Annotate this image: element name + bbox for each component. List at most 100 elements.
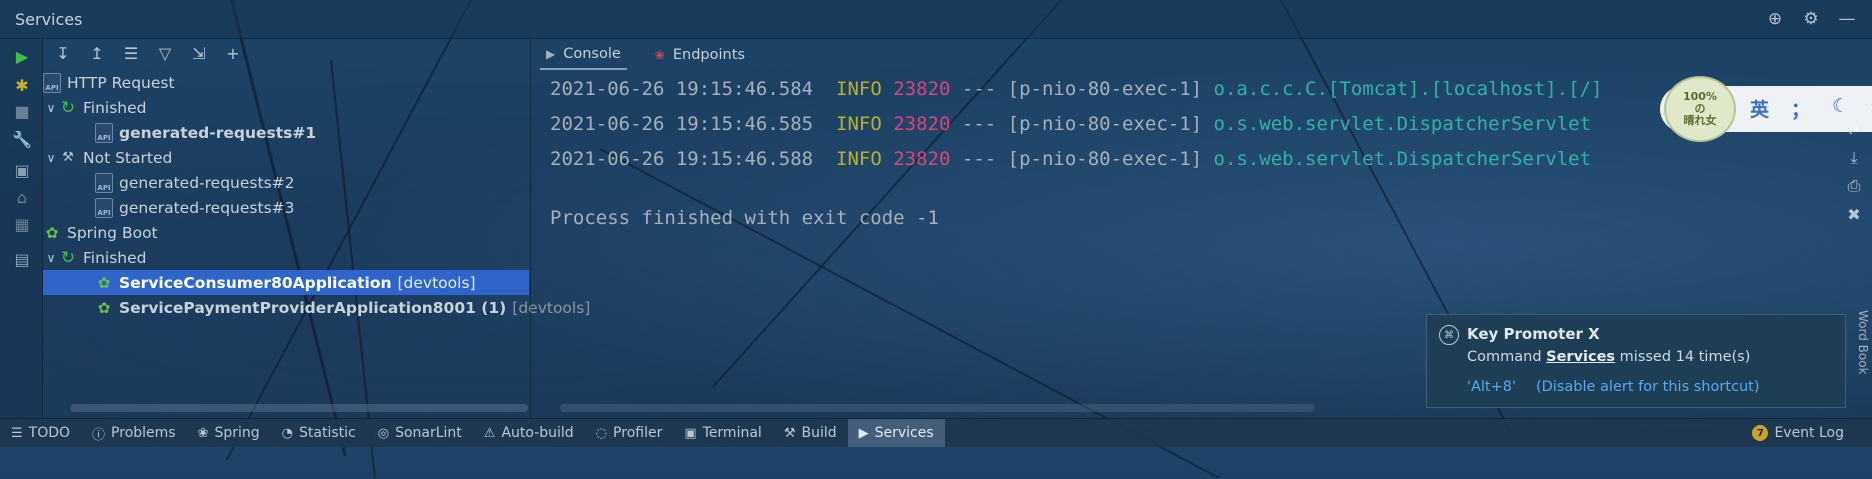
- minimize-icon[interactable]: —: [1836, 8, 1858, 30]
- toolwindow-label: Statistic: [299, 425, 356, 441]
- notification-title: Key Promoter X: [1467, 325, 1600, 343]
- spring-boot-icon: ✿: [97, 298, 111, 317]
- crosshair-icon[interactable]: ⊕: [1764, 8, 1786, 30]
- add-service-icon[interactable]: +: [218, 40, 248, 66]
- shortcut-link[interactable]: 'Alt+8': [1467, 379, 1516, 395]
- tree-node-label: Spring Boot: [67, 223, 158, 242]
- toolwindow-build[interactable]: ⚒ Build: [773, 419, 848, 447]
- api-request-icon: API: [95, 172, 113, 193]
- ime-badge[interactable]: 100% の 晴れ女: [1664, 76, 1736, 142]
- trash-icon[interactable]: ✖: [1842, 202, 1866, 226]
- toolwindow-statistic[interactable]: ◔ Statistic: [271, 419, 367, 447]
- panel-splitter[interactable]: [530, 38, 531, 418]
- toolwindow-terminal[interactable]: ▣ Terminal: [673, 419, 772, 447]
- log-level: INFO: [836, 113, 882, 135]
- notification-links: 'Alt+8' (Disable alert for this shortcut…: [1467, 379, 1760, 395]
- run-icon[interactable]: ▶: [11, 45, 33, 67]
- expand-all-icon[interactable]: ↧: [48, 40, 78, 66]
- gear-icon[interactable]: ⚙: [1800, 8, 1822, 30]
- tree-node-suffix: [devtools]: [512, 298, 591, 317]
- log-pid: 23820: [893, 148, 951, 170]
- scroll-to-end-icon[interactable]: ⤓: [1842, 146, 1866, 170]
- tree-node-label: generated-requests#1: [119, 123, 317, 142]
- expand-arrow-icon[interactable]: ∨: [43, 151, 59, 165]
- console-horizontal-scrollbar[interactable]: [560, 404, 1315, 412]
- toolwindow-label: Build: [801, 425, 837, 441]
- log-line: 2021-06-26 19:15:46.585 INFO 23820 --- […: [550, 113, 1591, 143]
- console-tabs: ▶ Console ❀ Endpoints: [540, 40, 751, 70]
- print-icon[interactable]: ⎙: [1842, 174, 1866, 198]
- toolwindow-icon: ▶: [858, 425, 869, 441]
- event-count-badge: 7: [1752, 425, 1769, 441]
- toolwindow-icon: ☰: [11, 425, 23, 441]
- tab-endpoints[interactable]: ❀ Endpoints: [649, 41, 751, 69]
- tree-node[interactable]: API HTTP Request: [43, 70, 529, 95]
- word-book-tab[interactable]: Word Book: [1856, 310, 1870, 375]
- log-pid: 23820: [893, 113, 951, 135]
- collapse-all-icon[interactable]: ↥: [82, 40, 112, 66]
- ime-english-toggle[interactable]: 英: [1750, 95, 1769, 122]
- log-logger: o.s.web.servlet.DispatcherServlet: [1213, 113, 1592, 135]
- wrench-icon: ⚒: [62, 150, 74, 165]
- toolwindow-label: Spring: [214, 425, 260, 441]
- log-thread: --- [p-nio-80-exec-1]: [961, 148, 1203, 170]
- endpoints-icon: ❀: [654, 48, 665, 62]
- toolwindow-sonarlint[interactable]: ◎ SonarLint: [367, 419, 473, 447]
- tab-console[interactable]: ▶ Console: [540, 40, 627, 70]
- expand-arrow-icon[interactable]: ∨: [43, 101, 59, 115]
- toolwindow-icon: ▣: [684, 425, 697, 441]
- tree-horizontal-scrollbar[interactable]: [70, 404, 528, 412]
- wrench-icon[interactable]: 🔧: [11, 128, 33, 150]
- ime-badge-bottom: 晴れ女: [1683, 114, 1717, 128]
- log-line: 2021-06-26 19:15:46.588 INFO 23820 --- […: [550, 148, 1591, 178]
- toolwindow-spring[interactable]: ❀ Spring: [187, 419, 271, 447]
- debug-icon[interactable]: ✱: [11, 74, 33, 96]
- tree-node[interactable]: API generated-requests#1: [43, 120, 529, 145]
- toolwindow-icon: ❀: [197, 425, 209, 441]
- disable-alert-link[interactable]: (Disable alert for this shortcut): [1536, 379, 1760, 395]
- log-logger: o.a.c.c.C.[Tomcat].[localhost].[/]: [1213, 78, 1603, 100]
- event-log-button[interactable]: 7 Event Log: [1752, 419, 1844, 447]
- tree-node[interactable]: ∨ ↻ Finished: [43, 95, 529, 120]
- tool-window-bar: ☰ TODO ⓘ Problems ❀ Spring ◔ Statistic ◎ SonarLin…: [0, 418, 1872, 447]
- title-actions: ⊕ ⚙ —: [1764, 8, 1858, 30]
- layout-icon[interactable]: ▦: [11, 213, 33, 235]
- tree-node[interactable]: ✿ ServicePaymentProviderApplication8001 (…: [43, 295, 591, 320]
- tree-node[interactable]: API generated-requests#2: [43, 170, 529, 195]
- tree-node[interactable]: ∨ ↻ Finished: [43, 245, 529, 270]
- toolwindow-auto-build[interactable]: ⚠ Auto-build: [473, 419, 585, 447]
- filter-icon[interactable]: ▽: [150, 40, 180, 66]
- ime-punctuation-toggle[interactable]: ；: [1791, 95, 1810, 122]
- toolwindow-profiler[interactable]: ◌ Profiler: [585, 419, 674, 447]
- tree-node[interactable]: ✿ ServiceConsumer80Application [devtools]: [43, 270, 529, 295]
- log-level: INFO: [836, 78, 882, 100]
- services-toolbar: ▶ ✱ ■ 🔧 ▣ ⌂ ▦ ▤: [0, 38, 43, 418]
- expand-arrow-icon[interactable]: ∨: [43, 251, 59, 265]
- spring-boot-icon: ✿: [45, 223, 59, 242]
- tree-node[interactable]: ✿ Spring Boot: [43, 220, 529, 245]
- notification-body-suffix: missed 14 time(s): [1619, 349, 1751, 365]
- spring-boot-icon: ✿: [97, 273, 111, 292]
- key-promoter-icon: ⌘: [1439, 325, 1459, 345]
- tree-node[interactable]: ∨ ⚒ Not Started: [43, 145, 529, 170]
- toolwindow-services[interactable]: ▶ Services: [847, 419, 945, 447]
- panel-icon[interactable]: ▤: [11, 248, 33, 270]
- tree-node-label: Finished: [83, 98, 147, 117]
- pin-icon[interactable]: ⌂: [11, 186, 33, 208]
- group-by-icon[interactable]: ☰: [116, 40, 146, 66]
- tree-toolbar: ↧ ↥ ☰ ▽ ⇲ +: [43, 38, 534, 68]
- stop-icon[interactable]: ■: [11, 100, 33, 122]
- toolwindow-label: Services: [874, 425, 934, 441]
- toolwindow-label: Profiler: [613, 425, 663, 441]
- tree-node-label: Not Started: [83, 148, 173, 167]
- tree-node[interactable]: API generated-requests#3: [43, 195, 529, 220]
- title-bar: Services ⊕ ⚙ —: [0, 0, 1872, 39]
- tab-label: Endpoints: [672, 47, 745, 63]
- ime-moon-icon[interactable]: ☾: [1832, 95, 1849, 122]
- new-tab-icon[interactable]: ⇲: [184, 40, 214, 66]
- camera-icon[interactable]: ▣: [11, 159, 33, 181]
- toolwindow-todo[interactable]: ☰ TODO: [0, 419, 81, 447]
- toolwindow-problems[interactable]: ⓘ Problems: [81, 419, 187, 447]
- log-thread: --- [p-nio-80-exec-1]: [961, 113, 1203, 135]
- ime-items: 英；☾简: [1750, 95, 1872, 122]
